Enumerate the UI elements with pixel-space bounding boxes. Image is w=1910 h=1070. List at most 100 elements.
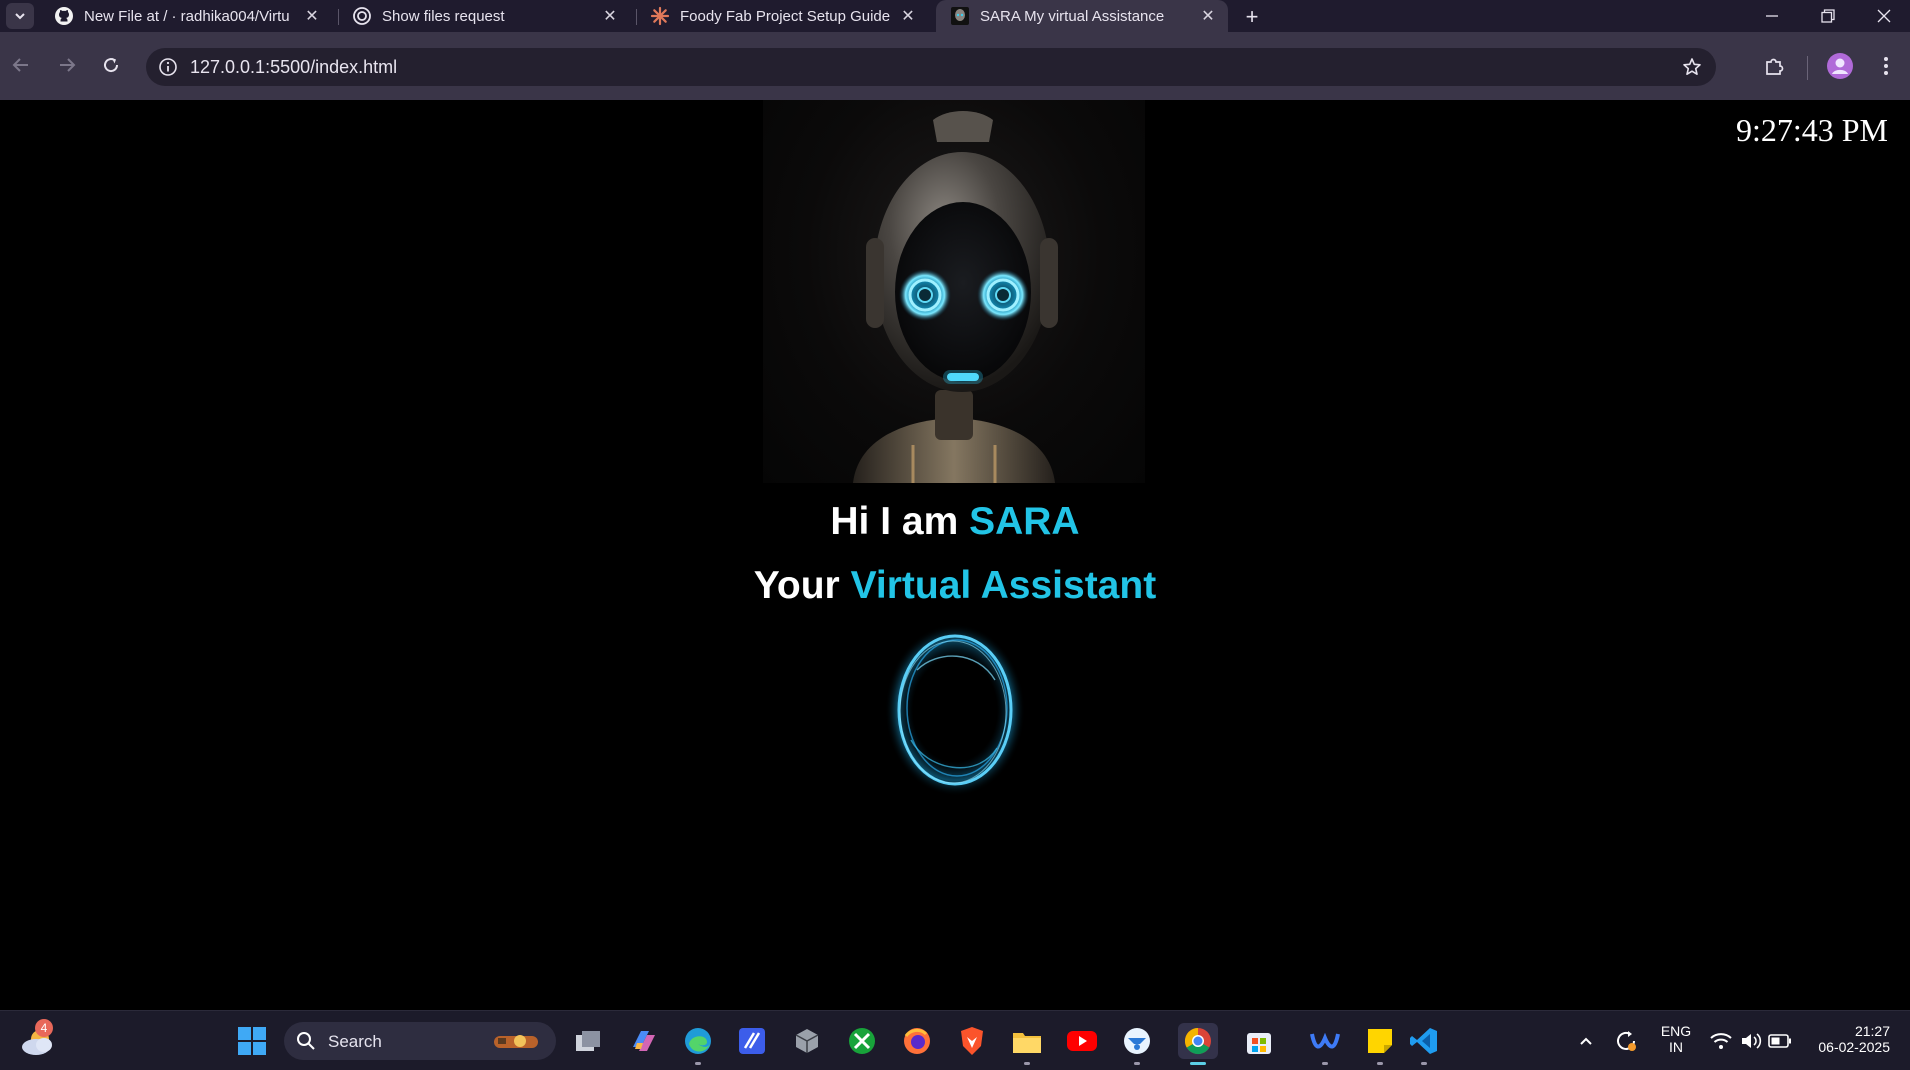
tab-title: Show files request bbox=[382, 7, 505, 25]
cube-app-button[interactable] bbox=[789, 1023, 825, 1059]
browser-fox-icon bbox=[1124, 1028, 1150, 1054]
search-highlight-icon bbox=[494, 1035, 538, 1048]
show-hidden-icons-button[interactable] bbox=[1568, 1023, 1604, 1059]
minimize-button[interactable] bbox=[1744, 0, 1800, 32]
bookmark-star-icon[interactable] bbox=[1680, 55, 1704, 79]
tab-search-button[interactable] bbox=[6, 3, 34, 29]
brave-button[interactable] bbox=[954, 1023, 990, 1059]
avatar-icon bbox=[1827, 53, 1853, 79]
close-icon bbox=[1877, 9, 1891, 23]
github-icon bbox=[54, 6, 74, 26]
battery-button[interactable] bbox=[1762, 1023, 1798, 1059]
tab-claude[interactable]: Foody Fab Project Setup Guide ✕ bbox=[636, 0, 928, 32]
chevron-up-icon bbox=[1580, 1037, 1592, 1045]
firefox-button[interactable] bbox=[899, 1023, 935, 1059]
running-indicator bbox=[1024, 1062, 1030, 1065]
pen-app-icon bbox=[739, 1028, 765, 1054]
greeting-heading: Hi I am SARA bbox=[0, 500, 1910, 544]
running-indicator bbox=[1134, 1062, 1140, 1065]
reload-icon bbox=[104, 58, 119, 73]
store-icon bbox=[1247, 1033, 1271, 1054]
clock-display: 9:27:43 PM bbox=[1735, 112, 1888, 148]
browser-toolbar: 127.0.0.1:5500/index.html bbox=[0, 32, 1910, 100]
search-placeholder: Search bbox=[328, 1032, 382, 1051]
running-indicator bbox=[695, 1062, 701, 1065]
vscode-button[interactable] bbox=[1406, 1023, 1442, 1065]
copilot-icon bbox=[633, 1031, 655, 1051]
start-button[interactable] bbox=[234, 1023, 270, 1059]
subtitle-accent: Virtual Assistant bbox=[850, 564, 1157, 607]
openai-icon bbox=[352, 6, 372, 26]
copilot-button[interactable] bbox=[625, 1023, 661, 1059]
search-icon bbox=[297, 1032, 315, 1050]
toolbar-divider bbox=[1807, 56, 1808, 80]
close-tab-icon[interactable]: ✕ bbox=[1196, 4, 1220, 28]
forward-button[interactable] bbox=[50, 48, 84, 82]
reload-button[interactable] bbox=[94, 48, 128, 82]
tab-github[interactable]: New File at / · radhika004/Virtu ✕ bbox=[40, 0, 332, 32]
clock-tray[interactable]: 21:27 06-02-2025 bbox=[1800, 1023, 1890, 1055]
task-view-icon bbox=[576, 1031, 600, 1051]
taskbar-search[interactable]: Search bbox=[284, 1022, 556, 1060]
xbox-button[interactable] bbox=[844, 1023, 880, 1059]
tab-title: SARA My virtual Assistance bbox=[980, 7, 1165, 25]
tab-sara[interactable]: SARA My virtual Assistance ✕ bbox=[936, 0, 1228, 32]
running-indicator bbox=[1322, 1062, 1328, 1065]
active-indicator bbox=[1190, 1062, 1206, 1065]
webex-button[interactable] bbox=[1307, 1023, 1343, 1065]
browser-fox-button[interactable] bbox=[1119, 1023, 1155, 1065]
edge-button[interactable] bbox=[680, 1023, 716, 1065]
extensions-button[interactable] bbox=[1758, 50, 1790, 82]
arrow-right-icon bbox=[60, 58, 76, 72]
page-viewport: 9:27:43 PM Hi I am SARA Your Virtual Ass… bbox=[0, 100, 1910, 1010]
youtube-icon bbox=[1067, 1031, 1097, 1051]
chrome-icon bbox=[1184, 1027, 1211, 1055]
voice-orb-button[interactable] bbox=[877, 620, 1033, 800]
tray-date: 06-02-2025 bbox=[1818, 1039, 1890, 1055]
folder-icon bbox=[1013, 1033, 1041, 1053]
running-indicator bbox=[1421, 1062, 1427, 1065]
subtitle-heading: Your Virtual Assistant bbox=[0, 564, 1910, 608]
vscode-icon bbox=[1410, 1028, 1437, 1054]
restore-button[interactable] bbox=[1800, 0, 1856, 32]
webex-icon bbox=[1310, 1032, 1340, 1049]
language-code: ENG bbox=[1660, 1023, 1692, 1039]
profile-avatar-button[interactable] bbox=[1824, 50, 1856, 82]
running-indicator bbox=[1377, 1062, 1383, 1065]
tab-title: Foody Fab Project Setup Guide bbox=[680, 7, 891, 25]
pen-app-button[interactable] bbox=[734, 1023, 770, 1059]
close-tab-icon[interactable]: ✕ bbox=[896, 4, 920, 28]
new-tab-button[interactable]: + bbox=[1238, 4, 1266, 30]
tab-chatgpt[interactable]: Show files request ✕ bbox=[338, 0, 630, 32]
chrome-button[interactable] bbox=[1178, 1023, 1218, 1065]
xbox-icon bbox=[849, 1028, 875, 1054]
address-text: 127.0.0.1:5500/index.html bbox=[190, 57, 398, 77]
file-explorer-button[interactable] bbox=[1009, 1023, 1045, 1065]
browser-menu-button[interactable] bbox=[1870, 50, 1902, 82]
close-tab-icon[interactable]: ✕ bbox=[598, 4, 622, 28]
close-window-button[interactable] bbox=[1856, 0, 1910, 32]
chevron-down-icon bbox=[15, 13, 25, 20]
site-info-icon[interactable] bbox=[156, 55, 180, 79]
sync-status-button[interactable] bbox=[1608, 1023, 1644, 1059]
arrow-left-icon bbox=[12, 58, 28, 72]
greeting-prefix: Hi I am bbox=[830, 500, 970, 543]
windows-logo-icon bbox=[238, 1027, 266, 1055]
sync-icon bbox=[1617, 1031, 1636, 1051]
subtitle-prefix: Your bbox=[753, 564, 851, 607]
task-view-button[interactable] bbox=[570, 1023, 606, 1059]
tray-time: 21:27 bbox=[1854, 1023, 1890, 1039]
tab-title: New File at / · radhika004/Virtu bbox=[84, 7, 290, 25]
minimize-icon bbox=[1766, 15, 1778, 17]
close-tab-icon[interactable]: ✕ bbox=[300, 4, 324, 28]
kebab-menu-icon bbox=[1884, 57, 1888, 75]
assistant-name: SARA bbox=[969, 500, 1080, 543]
language-indicator[interactable]: ENG IN bbox=[1656, 1023, 1696, 1055]
ms-store-button[interactable] bbox=[1241, 1023, 1277, 1059]
back-button[interactable] bbox=[4, 48, 38, 82]
youtube-button[interactable] bbox=[1064, 1023, 1100, 1059]
browser-tabstrip: New File at / · radhika004/Virtu ✕ Show … bbox=[0, 0, 1910, 32]
address-bar[interactable]: 127.0.0.1:5500/index.html bbox=[146, 48, 1716, 86]
sticky-notes-button[interactable] bbox=[1362, 1023, 1398, 1065]
puzzle-icon bbox=[1766, 58, 1784, 75]
